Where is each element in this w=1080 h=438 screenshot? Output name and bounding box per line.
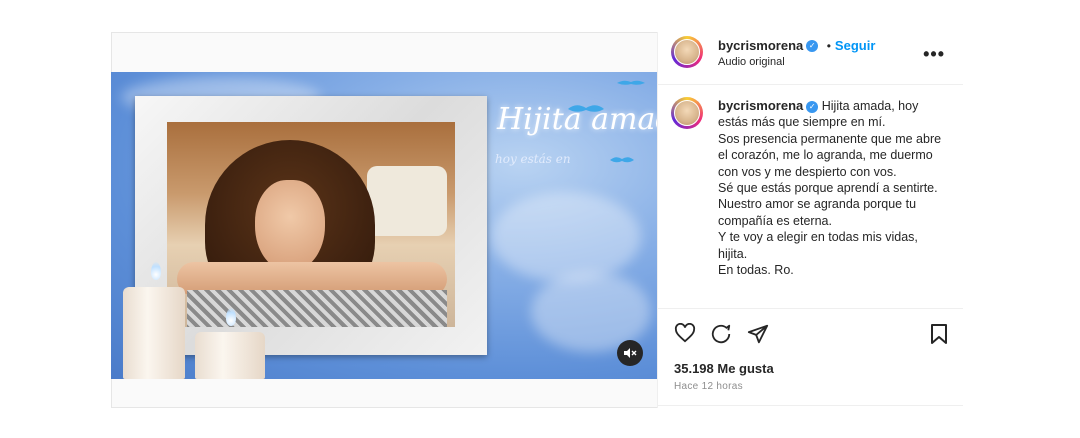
media-overlay-subtitle: hoy estás en bbox=[495, 152, 571, 166]
photo-face bbox=[255, 180, 325, 272]
caption-username[interactable]: bycrismorena bbox=[718, 98, 803, 113]
post-actions: 35.198 Me gusta Hace 12 horas bbox=[658, 308, 963, 409]
follow-button[interactable]: Seguir bbox=[835, 38, 875, 53]
caption-area: bycrismorena ✓ Hijita amada, hoy estás má… bbox=[658, 85, 963, 307]
butterfly-icon bbox=[566, 102, 606, 119]
audio-label[interactable]: Audio original bbox=[718, 56, 785, 68]
bookmark-icon[interactable] bbox=[930, 323, 948, 350]
divider bbox=[658, 405, 963, 406]
mute-button[interactable] bbox=[617, 340, 643, 366]
speaker-muted-icon bbox=[624, 348, 637, 358]
verified-badge-icon: ✓ bbox=[806, 39, 819, 52]
caption-line: Sos presencia permanente que me abre el … bbox=[718, 131, 942, 179]
caption-text: bycrismorena ✓ Hijita amada, hoy estás má… bbox=[718, 98, 943, 278]
candle-right bbox=[195, 332, 265, 379]
caption-avatar[interactable] bbox=[671, 97, 703, 129]
post-media[interactable]: Hijita amada hoy estás en bbox=[111, 72, 657, 379]
caption-line: Y te voy a elegir en todas mis vidas, hi… bbox=[718, 230, 918, 261]
header-username[interactable]: bycrismorena bbox=[718, 38, 803, 53]
comment-icon[interactable] bbox=[710, 323, 732, 350]
butterfly-icon bbox=[609, 152, 635, 168]
candle-left bbox=[123, 287, 185, 379]
share-icon[interactable] bbox=[747, 323, 769, 350]
butterfly-icon bbox=[616, 74, 646, 90]
framed-photo bbox=[167, 122, 455, 327]
verified-badge-icon: ✓ bbox=[806, 100, 819, 113]
photo-blanket bbox=[367, 166, 447, 236]
likes-count[interactable]: 35.198 Me gusta bbox=[674, 361, 774, 376]
candle-flame bbox=[151, 262, 161, 280]
candle-flame bbox=[226, 308, 236, 326]
post-side-panel: bycrismorena ✓ • Seguir Audio original •••… bbox=[657, 32, 963, 408]
photo-frame bbox=[135, 96, 487, 355]
caption-line: En todas. Ro. bbox=[718, 263, 794, 278]
header-user-row: bycrismorena ✓ • Seguir bbox=[718, 37, 875, 55]
heart-icon[interactable] bbox=[674, 322, 696, 348]
caption-line: Sé que estás porque aprendí a sentirte. bbox=[718, 181, 938, 196]
avatar[interactable] bbox=[671, 36, 703, 68]
more-options-icon[interactable]: ••• bbox=[923, 44, 945, 65]
post-timestamp[interactable]: Hace 12 horas bbox=[674, 381, 743, 392]
separator-dot: • bbox=[826, 39, 831, 53]
caption-line: Nuestro amor se agranda porque tu compañ… bbox=[718, 197, 917, 228]
post-header: bycrismorena ✓ • Seguir Audio original ••• bbox=[658, 32, 963, 85]
cloud bbox=[491, 192, 641, 282]
